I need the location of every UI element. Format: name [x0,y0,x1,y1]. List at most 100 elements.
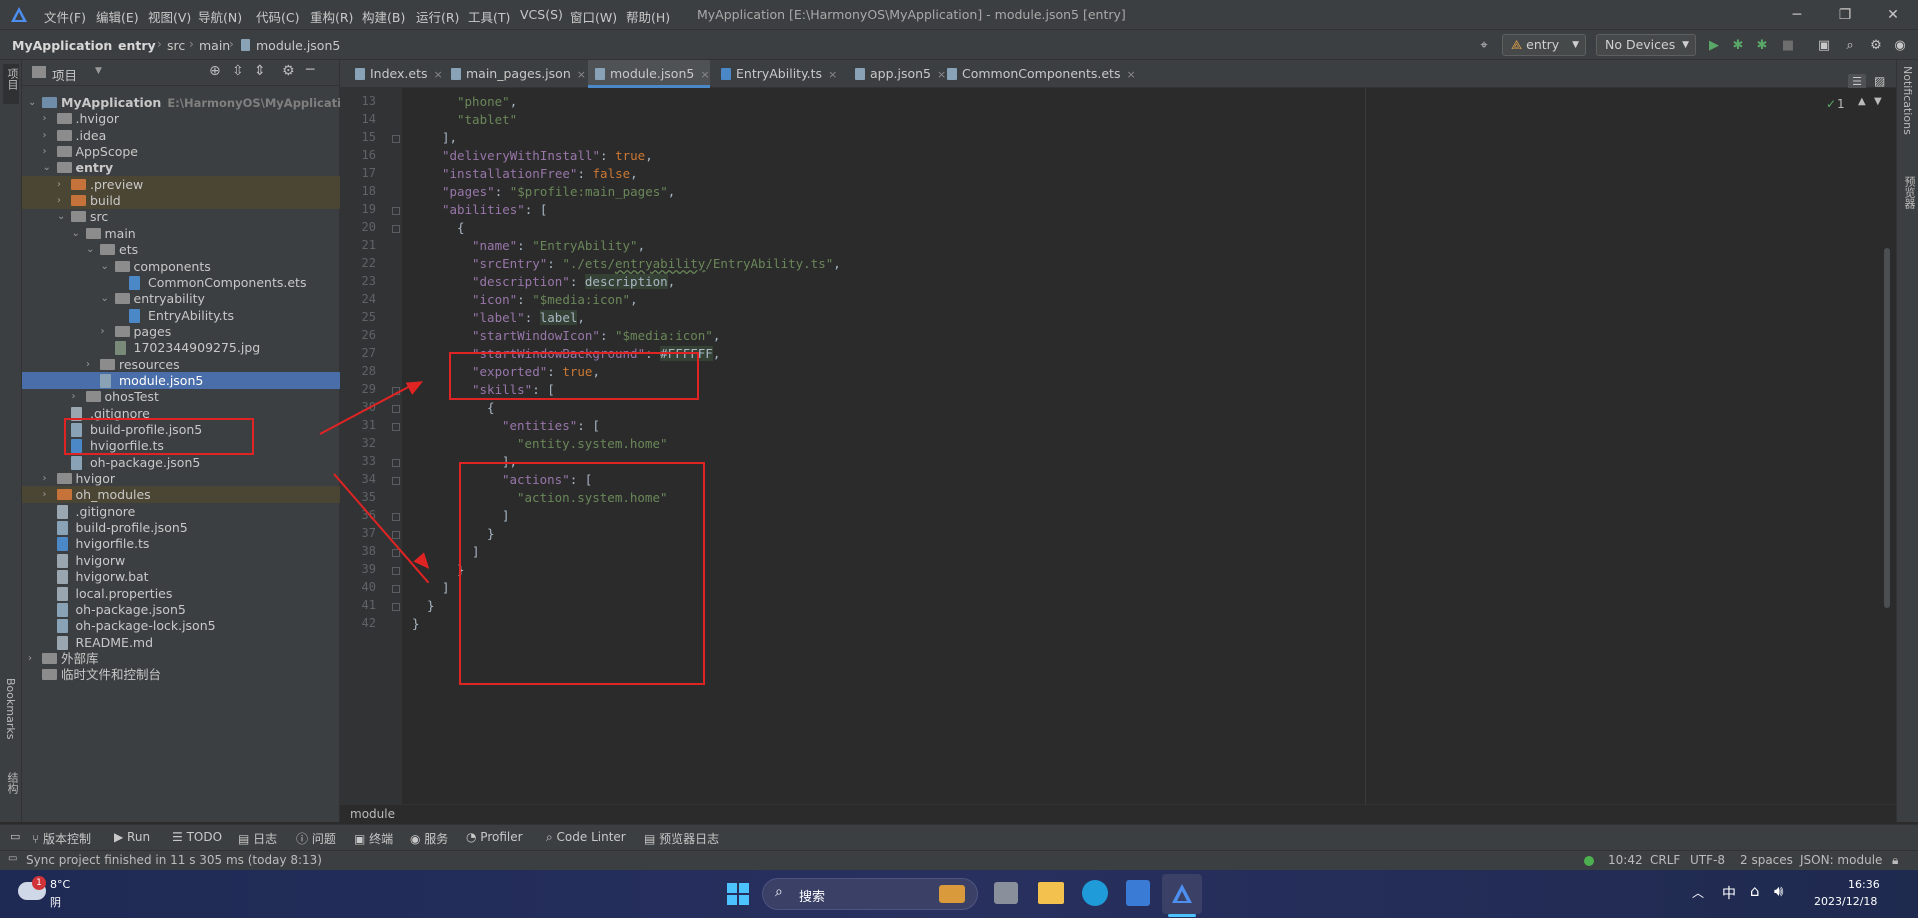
code-line[interactable]: "entities": [ [502,418,600,433]
tree-item[interactable]: hvigorw [22,552,340,569]
locate-file-icon[interactable]: ⊕ [209,63,221,79]
tree-item[interactable]: › build [22,192,340,210]
tab-main-pages-json[interactable]: main_pages.json × [444,60,586,88]
line-number[interactable]: 26 [340,328,376,342]
line-number[interactable]: 33 [340,454,376,468]
inspection-ok-icon[interactable]: ✓ [1826,97,1836,111]
code-line[interactable]: } [412,616,420,631]
code-line[interactable]: ], [442,130,457,145]
status-panel-icon[interactable]: ▭ [8,853,17,864]
chevron-down-icon[interactable]: ⌄ [72,225,84,242]
notifications-tool-label[interactable]: Notifications [1901,66,1914,135]
fold-marker-icon[interactable] [392,603,400,611]
tree-item[interactable]: hvigorw.bat [22,568,340,585]
breadcrumb-project[interactable]: MyApplication [12,38,112,53]
device-manager-icon[interactable]: ▣ [1814,35,1834,57]
chevron-up-icon[interactable]: ︿ [1692,884,1704,901]
tree-item[interactable]: › .preview [22,175,340,193]
expand-all-icon[interactable]: ⇳ [232,63,244,79]
menu-item[interactable]: 文件(F) [44,7,86,26]
tree-item[interactable]: .gitignore [22,503,340,520]
code-line[interactable]: } [427,598,435,613]
chevron-down-icon[interactable]: ⌄ [28,94,40,111]
code-line[interactable]: "deliveryWithInstall": true, [442,148,653,163]
chevron-right-icon[interactable]: › [86,356,98,373]
chevron-down-icon[interactable]: ⌄ [57,208,69,225]
previewer-tool-label[interactable]: 预览器 [1901,176,1917,209]
chevron-down-icon[interactable]: ⌄ [43,159,55,176]
ms-store-icon[interactable] [1126,880,1150,906]
chevron-right-icon[interactable]: › [28,650,40,667]
line-number[interactable]: 17 [340,166,376,180]
line-number[interactable]: 14 [340,112,376,126]
code-line[interactable]: "entity.system.home" [517,436,668,451]
code-line[interactable]: "startWindowIcon": "$media:icon", [472,328,720,343]
chevron-right-icon[interactable]: › [43,470,55,487]
tree-item[interactable]: › 外部库 [22,650,340,667]
line-number[interactable]: 25 [340,310,376,324]
fold-marker-icon[interactable] [392,513,400,521]
caret-position[interactable]: 10:42 [1608,853,1643,867]
volume-icon[interactable]: 🔊︎ [1774,882,1783,900]
menu-item[interactable]: 构建(B) [362,7,405,26]
close-icon[interactable]: × [434,68,443,81]
chevron-down-icon[interactable]: ⌄ [101,258,113,275]
close-icon[interactable]: × [1126,68,1135,81]
breadcrumb-entry[interactable]: entry [118,38,156,53]
line-number[interactable]: 23 [340,274,376,288]
menu-item[interactable]: 工具(T) [468,7,510,26]
chevron-right-icon[interactable]: › [57,192,69,209]
chevron-right-icon[interactable]: › [72,388,84,405]
tree-item[interactable]: oh-package.json5 [22,601,340,618]
device-select[interactable]: No Devices ▼ [1596,34,1696,56]
tool-version-control[interactable]: ⑂ 版本控制 [32,830,91,847]
breadcrumb-main[interactable]: main [199,38,230,53]
task-view-icon[interactable] [994,882,1018,904]
tab-entryability-ts[interactable]: EntryAbility.ts × [714,60,837,88]
tree-item[interactable]: build-profile.json5 [22,519,340,536]
tree-item[interactable]: › pages [22,323,340,340]
line-number[interactable]: 18 [340,184,376,198]
line-number[interactable]: 40 [340,580,376,594]
run-config-select[interactable]: ⟁ entry ▼ [1502,34,1586,56]
minimize-button[interactable]: ─ [1782,4,1812,26]
menu-item[interactable]: 重构(R) [310,7,353,26]
fold-marker-icon[interactable] [392,405,400,413]
line-number[interactable]: 42 [340,616,376,630]
tool-run[interactable]: ▶ Run [114,830,150,844]
close-icon[interactable]: × [700,68,709,81]
structure-tool-label[interactable]: 结构 [4,772,20,794]
line-separator[interactable]: CRLF [1650,853,1680,867]
fold-marker-icon[interactable] [392,567,400,575]
project-view-title[interactable]: 项目 [52,65,77,84]
edge-browser-icon[interactable] [1082,880,1108,906]
tree-item[interactable]: README.md [22,634,340,651]
fold-marker-icon[interactable] [392,207,400,215]
chevron-down-icon[interactable]: ⌄ [101,290,113,307]
tree-item[interactable]: hvigorfile.ts [22,535,340,552]
tool-problems[interactable]: ⓘ 问题 [296,830,336,847]
menu-item[interactable]: VCS(S) [520,7,563,22]
clock-date[interactable]: 2023/12/18 [1814,895,1877,908]
tree-item[interactable]: ⌄ components [22,258,340,275]
line-number[interactable]: 24 [340,292,376,306]
close-icon[interactable]: × [828,68,837,81]
chevron-right-icon[interactable]: › [43,486,55,503]
tree-item[interactable]: › hvigor [22,470,340,487]
line-number[interactable]: 13 [340,94,376,108]
tree-item[interactable]: 1702344909275.jpg [22,339,340,356]
tree-item[interactable]: 临时文件和控制台 [22,666,340,683]
line-number[interactable]: 37 [340,526,376,540]
fold-marker-icon[interactable] [392,459,400,467]
options-gear-icon[interactable]: ⚙ [282,63,295,79]
ime-indicator[interactable]: 中 [1722,883,1736,903]
chevron-up-icon[interactable]: ▲ [1858,96,1866,107]
chevron-down-icon[interactable]: ▼ [1874,96,1882,107]
tree-item[interactable]: module.json5 [22,371,340,389]
tree-item[interactable]: › .hvigor [22,110,340,127]
tree-item[interactable]: › ohosTest [22,388,340,405]
tree-item[interactable]: › oh_modules [22,486,340,504]
menu-item[interactable]: 编辑(E) [96,7,139,26]
target-icon[interactable]: ⌖ [1474,35,1494,57]
chevron-right-icon[interactable]: › [57,176,69,193]
